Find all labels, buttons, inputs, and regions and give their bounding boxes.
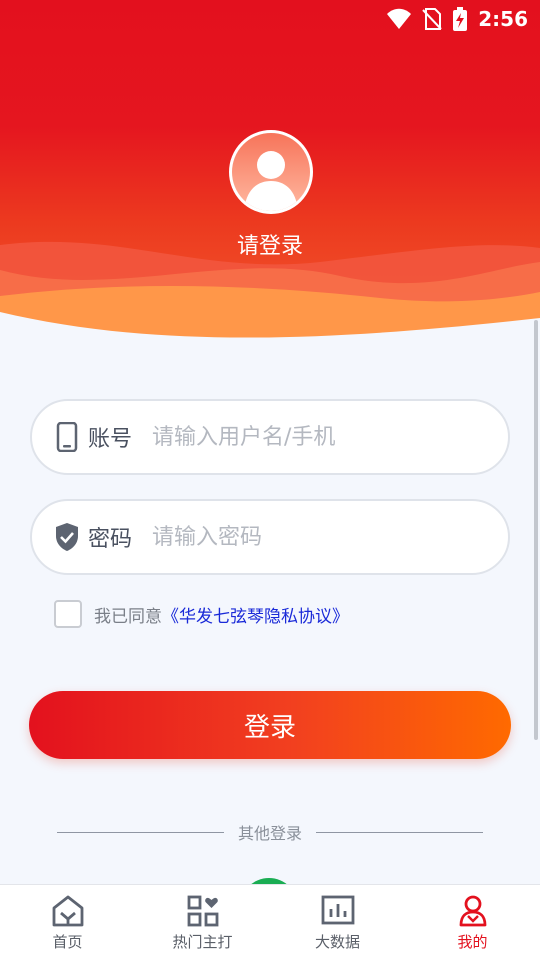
- tab-bigdata-label: 大数据: [314, 933, 360, 951]
- other-login-label: 其他登录: [238, 824, 303, 843]
- account-label: 账号: [88, 427, 133, 452]
- avatar[interactable]: [229, 130, 313, 214]
- tab-mine-label: 我的: [457, 933, 488, 951]
- grid-heart-icon: [187, 895, 218, 927]
- agreement-row: 我已同意 《华发七弦琴隐私协议》: [54, 600, 349, 628]
- privacy-agreement-link[interactable]: 《华发七弦琴隐私协议》: [162, 602, 349, 627]
- password-label: 密码: [88, 527, 133, 552]
- agreement-prefix: 我已同意: [94, 606, 162, 627]
- tab-bar: 首页 热门主打 大数据 我的: [0, 884, 540, 961]
- tab-home[interactable]: 首页: [0, 885, 135, 961]
- login-button[interactable]: 登录: [29, 691, 511, 759]
- shield-check-icon: [54, 522, 80, 552]
- wifi-icon: [387, 8, 412, 29]
- status-time: 2:56: [478, 7, 528, 31]
- account-field[interactable]: 账号: [30, 399, 510, 475]
- tab-home-label: 首页: [52, 933, 83, 951]
- tab-bigdata[interactable]: 大数据: [270, 885, 405, 961]
- user-icon: [459, 895, 486, 927]
- tab-mine[interactable]: 我的: [405, 885, 540, 961]
- agreement-checkbox[interactable]: [54, 600, 82, 628]
- user-silhouette-icon: [244, 151, 298, 211]
- scrollbar[interactable]: [534, 320, 538, 740]
- password-input[interactable]: [150, 523, 494, 551]
- login-hint[interactable]: 请登录: [0, 228, 540, 260]
- no-sim-icon: [422, 8, 442, 30]
- other-login-divider: 其他登录: [57, 820, 484, 844]
- tab-hot[interactable]: 热门主打: [135, 885, 270, 961]
- phone-icon: [54, 422, 80, 452]
- password-field[interactable]: 密码: [30, 499, 510, 575]
- home-icon: [52, 895, 83, 927]
- divider-line-left: [57, 831, 224, 833]
- account-input[interactable]: [150, 423, 494, 451]
- battery-charging-icon: [453, 7, 468, 31]
- status-bar: 2:56: [0, 0, 540, 38]
- tab-hot-label: 热门主打: [172, 933, 233, 951]
- bar-chart-icon: [321, 895, 354, 925]
- divider-line-right: [316, 831, 484, 833]
